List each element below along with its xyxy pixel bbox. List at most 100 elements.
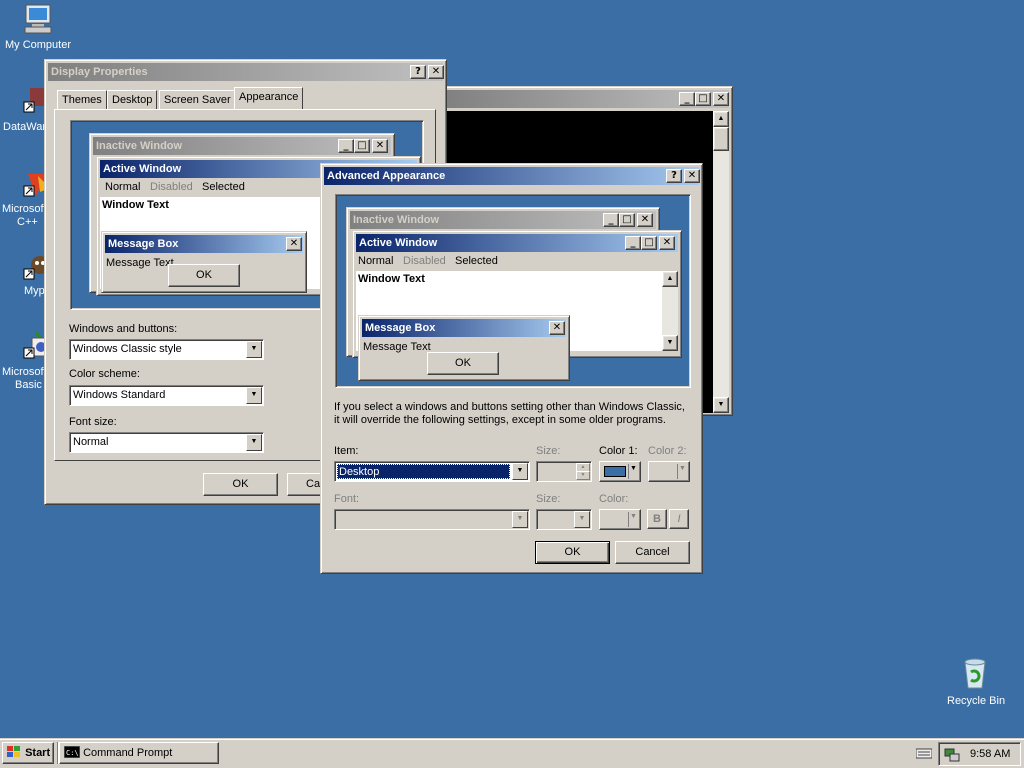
help-button[interactable]: ? — [410, 65, 426, 79]
window-title: Display Properties — [51, 66, 148, 78]
icon-label: Recycle Bin — [947, 695, 1006, 707]
dropdown-arrow-icon[interactable]: ▼ — [246, 341, 262, 358]
icon-label: Microsoft — [2, 366, 47, 378]
windows-buttons-select[interactable]: Windows Classic style ▼ — [69, 339, 264, 360]
bold-button: B — [647, 509, 667, 529]
window-title: Advanced Appearance — [327, 170, 446, 182]
scroll-up-icon: ▲ — [662, 271, 678, 287]
preview-msgbox-text: Message Text — [106, 257, 174, 269]
scroll-down-icon: ▼ — [662, 335, 678, 351]
icon-label: Myp — [24, 285, 45, 297]
preview-active-title: Active Window — [103, 163, 182, 175]
system-tray: 9:58 AM — [938, 742, 1021, 766]
preview-ok-button[interactable]: OK — [427, 352, 499, 375]
recycle-bin-icon — [964, 658, 986, 689]
tab-desktop[interactable]: Desktop — [107, 90, 158, 110]
minimize-icon: _ — [338, 139, 354, 153]
windows-buttons-value: Windows Classic style — [73, 343, 182, 355]
close-icon: ✕ — [286, 237, 302, 251]
network-icon[interactable] — [944, 747, 960, 763]
scroll-down-button[interactable]: ▼ — [713, 397, 729, 413]
preview-window-text[interactable]: Window Text — [358, 273, 425, 285]
close-icon: ✕ — [549, 321, 565, 335]
preview-menu-disabled: Disabled — [150, 181, 193, 193]
desktop-icon-my-computer[interactable]: My Computer — [0, 0, 76, 56]
font-size-label: Size: — [536, 493, 561, 505]
preview-window-text: Window Text — [102, 199, 169, 211]
color2-label: Color 2: — [648, 445, 687, 457]
preview-menu-disabled[interactable]: Disabled — [403, 255, 446, 267]
help-button[interactable]: ? — [666, 169, 682, 183]
tab-appearance[interactable]: Appearance — [234, 87, 304, 110]
ok-button[interactable]: OK — [203, 473, 278, 496]
close-icon: ✕ — [372, 139, 388, 153]
maximize-icon: □ — [641, 236, 657, 250]
size-label: Size: — [536, 445, 561, 457]
tab-screen-saver[interactable]: Screen Saver — [159, 90, 236, 110]
display-properties-titlebar[interactable]: Display Properties — [48, 63, 443, 81]
preview-msgbox-title: Message Box — [108, 238, 179, 250]
info-text-line1: If you select a windows and buttons sett… — [334, 401, 685, 413]
dropdown-arrow-icon: ▼ — [512, 511, 528, 528]
italic-button: I — [669, 509, 689, 529]
tab-themes[interactable]: Themes — [57, 90, 107, 110]
icon-label: Microsoft — [2, 203, 47, 215]
dropdown-arrow-icon: ▼ — [630, 513, 637, 520]
advanced-appearance-titlebar[interactable]: Advanced Appearance — [324, 167, 699, 185]
preview-ok-button: OK — [168, 264, 240, 287]
color-scheme-select[interactable]: Windows Standard ▼ — [69, 385, 264, 406]
font-color-label: Color: — [599, 493, 629, 505]
preview-inactive-title: Inactive Window — [353, 214, 440, 226]
preview-scrollbar[interactable]: ▲ ▼ — [662, 271, 678, 351]
item-label: Item: — [334, 445, 359, 457]
preview-active-title: Active Window — [359, 237, 438, 249]
ok-button[interactable]: OK — [535, 541, 610, 564]
desktop-icon-recycle-bin[interactable]: Recycle Bin — [940, 656, 1010, 712]
dropdown-arrow-icon: ▼ — [574, 511, 590, 528]
size-spinner: ▲ ▼ — [536, 461, 592, 482]
cancel-button[interactable]: Cancel — [615, 541, 690, 564]
maximize-button[interactable]: □ — [695, 92, 711, 106]
dropdown-arrow-icon[interactable]: ▼ — [246, 434, 262, 451]
advanced-preview[interactable]: Inactive Window _ □ ✕ Active Window _ □ … — [335, 194, 691, 388]
icon-label: Basic — [15, 379, 42, 391]
close-button[interactable]: ✕ — [713, 92, 729, 106]
font-size-select: ▼ — [536, 509, 592, 530]
computer-icon — [24, 4, 52, 34]
clock[interactable]: 9:58 AM — [970, 748, 1010, 760]
color1-picker[interactable]: ▼ — [599, 461, 641, 482]
item-value: Desktop — [337, 464, 510, 479]
font-size-select[interactable]: Normal ▼ — [69, 432, 264, 453]
taskbar-item-label: Command Prompt — [83, 747, 173, 759]
scroll-thumb[interactable] — [713, 127, 729, 151]
preview-menu-selected[interactable]: Selected — [455, 255, 498, 267]
close-button[interactable]: ✕ — [684, 169, 700, 183]
preview-menu-normal[interactable]: Normal — [358, 255, 393, 267]
preview-msgbox-title: Message Box — [365, 322, 436, 334]
dropdown-arrow-icon[interactable]: ▼ — [512, 463, 528, 480]
maximize-icon: □ — [619, 213, 635, 227]
font-color-picker: ▼ — [599, 509, 641, 530]
windows-logo-icon — [7, 746, 20, 758]
dropdown-arrow-icon[interactable]: ▼ — [246, 387, 262, 404]
keyboard-icon[interactable] — [915, 747, 933, 759]
dropdown-arrow-icon: ▼ — [630, 465, 637, 472]
scroll-up-button[interactable]: ▲ — [713, 111, 729, 127]
svg-text:C:\: C:\ — [66, 749, 79, 757]
dropdown-arrow-icon: ▼ — [679, 465, 686, 472]
font-size-value: Normal — [73, 436, 109, 448]
color-scheme-label: Color scheme: — [69, 368, 140, 380]
item-select[interactable]: Desktop ▼ — [334, 461, 530, 482]
info-text-line2: it will override the following settings,… — [334, 414, 666, 426]
color1-swatch — [604, 466, 626, 477]
icon-label: C++ — [17, 216, 38, 228]
minimize-button[interactable]: _ — [679, 92, 695, 106]
start-button[interactable]: Start — [2, 742, 54, 764]
close-button[interactable]: ✕ — [428, 65, 444, 79]
vertical-scrollbar[interactable]: ▲ ▼ — [713, 111, 729, 413]
preview-message-box[interactable]: Message Box ✕ Message Text OK — [358, 315, 570, 381]
icon-label: DataWar — [3, 121, 46, 133]
maximize-icon: □ — [354, 139, 370, 153]
advanced-appearance-window[interactable]: Advanced Appearance ? ✕ Inactive Window … — [320, 163, 703, 574]
taskbar-item-command-prompt[interactable]: C:\ Command Prompt — [59, 742, 219, 764]
